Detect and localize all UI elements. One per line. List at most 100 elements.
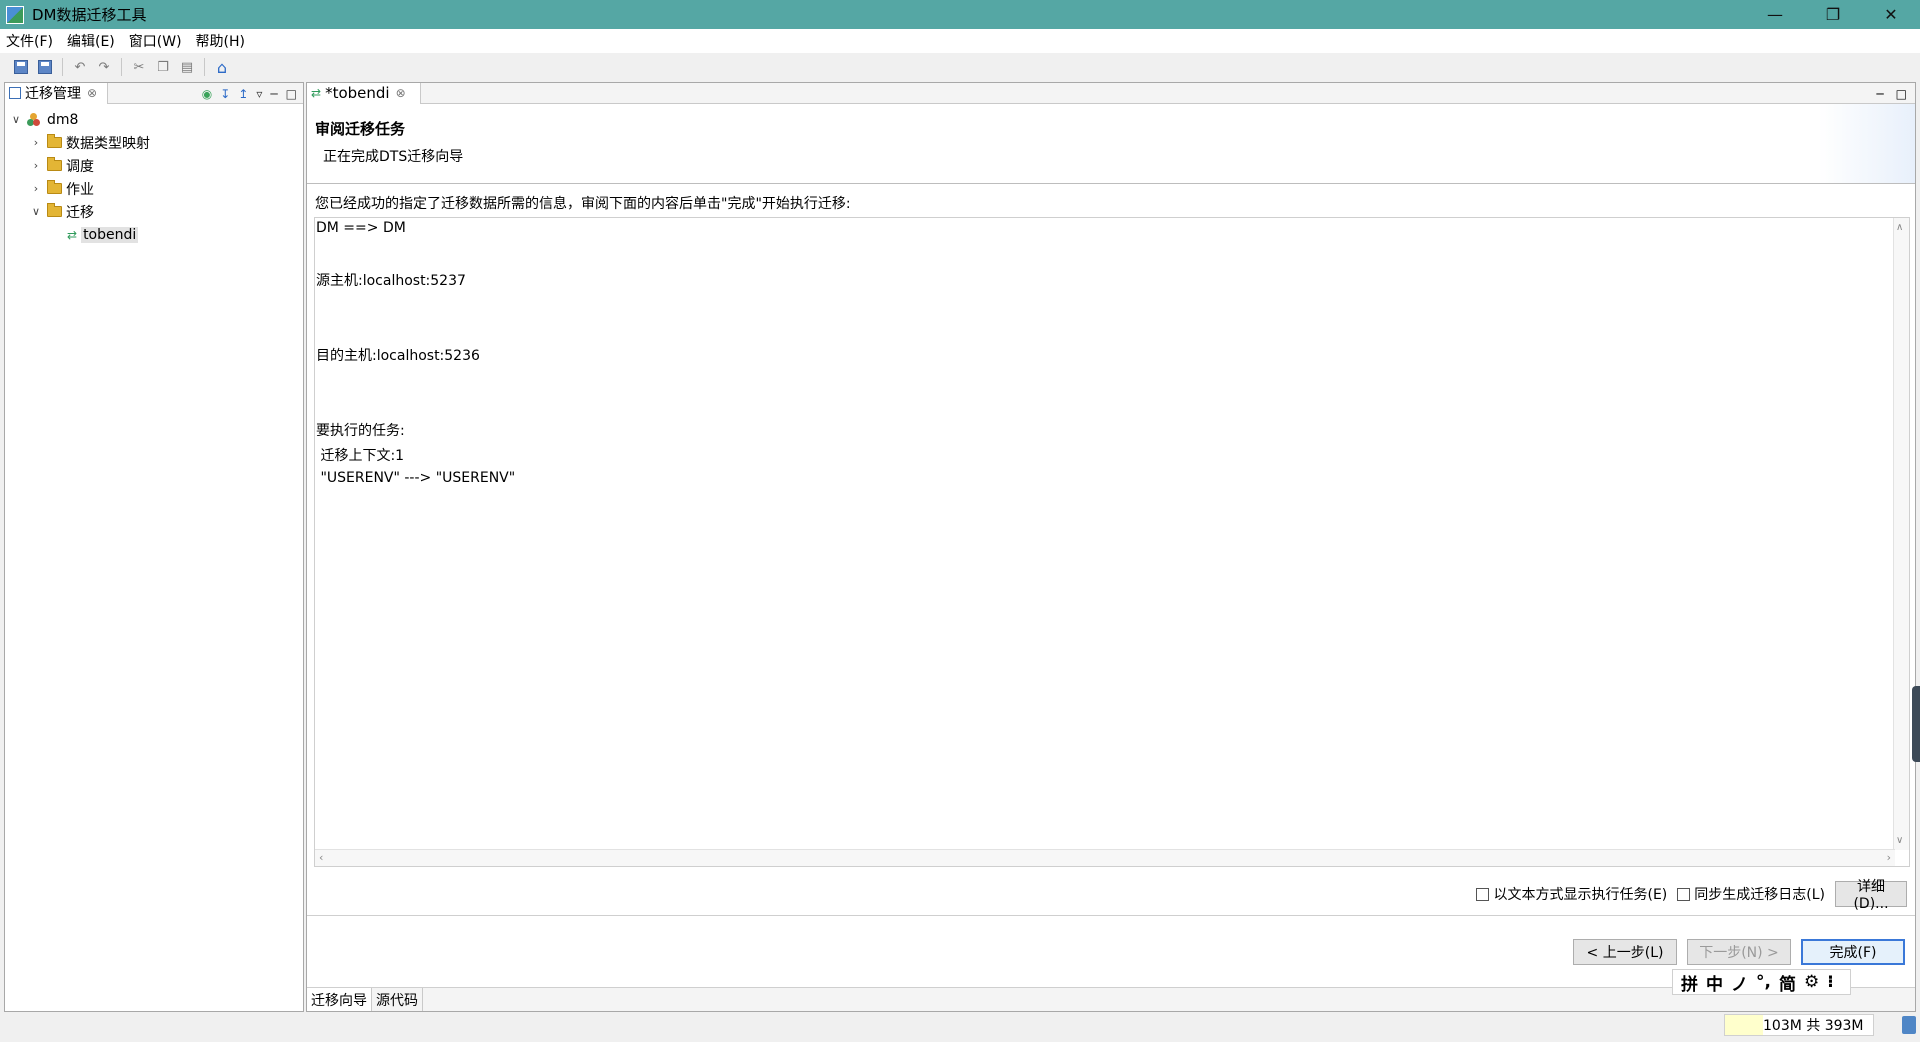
maximize-icon[interactable]: □ xyxy=(286,87,297,101)
details-button[interactable]: 详细(D)... xyxy=(1835,879,1907,912)
tree-node-tobendi[interactable]: ⇄ tobendi xyxy=(5,223,303,246)
migration-icon: ⇄ xyxy=(67,227,78,242)
summary-line: 目的主机:localhost:5236 xyxy=(316,348,480,364)
chevron-down-icon[interactable]: ∨ xyxy=(29,205,43,218)
ime-halfwidth-icon[interactable]: ノ xyxy=(1731,970,1748,995)
text-mode-checkbox[interactable]: 以文本方式显示执行任务(E) xyxy=(1476,884,1667,904)
scroll-left-icon[interactable]: ‹ xyxy=(319,851,323,864)
copy-icon[interactable]: ❐ xyxy=(154,58,172,76)
connect-icon[interactable]: ◉ xyxy=(202,87,212,101)
menu-window[interactable]: 窗口(W) xyxy=(129,31,182,51)
sync-log-checkbox[interactable]: 同步生成迁移日志(L) xyxy=(1677,884,1825,904)
minimize-icon[interactable]: ─ xyxy=(270,87,277,101)
export-icon[interactable]: ↥ xyxy=(238,87,248,101)
paste-icon[interactable]: ▤ xyxy=(178,58,196,76)
close-button[interactable]: ✕ xyxy=(1862,0,1920,29)
vertical-scrollbar[interactable]: ∧ ∨ xyxy=(1893,218,1909,850)
home-icon[interactable]: ⌂ xyxy=(213,58,231,77)
wizard-intro: 您已经成功的指定了迁移数据所需的信息，审阅下面的内容后单击"完成"开始执行迁移: xyxy=(315,196,851,212)
checkbox-label: 同步生成迁移日志(L) xyxy=(1694,887,1825,903)
ime-more-icon[interactable]: ⁝ xyxy=(1827,972,1833,992)
chevron-down-icon[interactable]: ∨ xyxy=(9,113,23,126)
tab-migration-manager[interactable]: 迁移管理 ⊗ xyxy=(5,82,109,104)
ime-chinese-icon[interactable]: 中 xyxy=(1706,970,1723,995)
ime-punctuation-icon[interactable]: °, xyxy=(1756,972,1771,992)
tree-label: 调度 xyxy=(66,158,94,175)
minimize-icon[interactable]: ─ xyxy=(1876,87,1883,101)
scroll-down-icon[interactable]: ∨ xyxy=(1896,835,1903,846)
divider xyxy=(307,915,1915,916)
horizontal-scrollbar[interactable]: ‹ › xyxy=(315,849,1895,866)
memory-indicator: 103M 共 393M xyxy=(1724,1014,1874,1036)
ime-settings-icon[interactable]: ⚙ xyxy=(1804,972,1819,992)
migration-icon: ⇄ xyxy=(311,86,322,100)
folder-icon xyxy=(47,180,62,194)
wizard-nav: < 上一步(L) 下一步(N) > 完成(F) xyxy=(1563,939,1905,965)
checkbox-box[interactable] xyxy=(1677,887,1691,901)
toolbar-separator xyxy=(121,58,122,76)
database-icon xyxy=(27,112,41,127)
chevron-right-icon[interactable]: › xyxy=(29,159,43,172)
migration-manager-panel: 迁移管理 ⊗ ◉ ↧ ↥ ▿ ─ □ ∨ dm8 › 数据类型映射 › 调度 ›… xyxy=(4,82,304,1012)
summary-line: DM ==> DM xyxy=(316,220,406,236)
tree-label-dm8: dm8 xyxy=(47,111,79,128)
save-icon[interactable] xyxy=(12,58,30,76)
tree-label: 数据类型映射 xyxy=(66,135,150,152)
chevron-right-icon[interactable]: › xyxy=(29,136,43,149)
tree-node-schedule[interactable]: › 调度 xyxy=(5,154,303,177)
restore-button[interactable]: ❐ xyxy=(1804,0,1862,29)
redo-icon[interactable]: ↷ xyxy=(95,58,113,76)
tab-label: *tobendi xyxy=(325,84,390,102)
ime-simplified-icon[interactable]: 简 xyxy=(1779,970,1796,995)
checkbox-label: 以文本方式显示执行任务(E) xyxy=(1493,887,1668,903)
panel-tools: ◉ ↧ ↥ ▿ ─ □ xyxy=(194,83,297,104)
tree-label: 迁移 xyxy=(66,204,94,221)
maximize-icon[interactable]: □ xyxy=(1896,87,1907,101)
tab-source-code[interactable]: 源代码 xyxy=(372,988,423,1011)
chevron-right-icon[interactable]: › xyxy=(29,182,43,195)
title-bar: DM数据迁移工具 — ❐ ✕ xyxy=(0,0,1920,29)
close-icon[interactable]: ⊗ xyxy=(87,86,97,100)
window-controls: — ❐ ✕ xyxy=(1746,0,1920,29)
editor-tools: ─ □ xyxy=(1864,83,1907,104)
garbage-collect-icon[interactable] xyxy=(1902,1016,1916,1034)
menu-file[interactable]: 文件(F) xyxy=(6,31,53,51)
scroll-up-icon[interactable]: ∧ xyxy=(1896,222,1903,233)
tab-label: 迁移管理 xyxy=(25,86,81,102)
import-icon[interactable]: ↧ xyxy=(220,87,230,101)
summary-line: 迁移上下文:1 xyxy=(316,448,405,464)
finish-button[interactable]: 完成(F) xyxy=(1801,939,1905,965)
view-menu-icon[interactable]: ▿ xyxy=(256,87,262,101)
window-title: DM数据迁移工具 xyxy=(32,6,147,24)
cut-icon[interactable]: ✂ xyxy=(130,58,148,76)
close-icon[interactable]: ⊗ xyxy=(396,86,406,100)
toolbar: ↶ ↷ ✂ ❐ ▤ ⌂ xyxy=(0,53,1920,81)
ime-pinyin-icon[interactable]: 拼 xyxy=(1681,970,1698,995)
options-row: 以文本方式显示执行任务(E) 同步生成迁移日志(L) 详细(D)... xyxy=(1476,879,1907,912)
folder-open-icon xyxy=(47,203,62,217)
wizard-title: 审阅迁移任务 xyxy=(315,120,406,138)
minimize-button[interactable]: — xyxy=(1746,0,1804,29)
summary-text-area[interactable]: DM ==> DM 源主机:localhost:5237 目的主机:localh… xyxy=(314,217,1910,867)
wizard-header: 审阅迁移任务 正在完成DTS迁移向导 xyxy=(307,104,1915,184)
tree-node-jobs[interactable]: › 作业 xyxy=(5,177,303,200)
next-button[interactable]: 下一步(N) > xyxy=(1687,939,1791,965)
summary-line: "USERENV" ---> "USERENV" xyxy=(316,470,516,486)
tree-node-dm8[interactable]: ∨ dm8 xyxy=(5,108,303,131)
save-all-icon[interactable] xyxy=(36,58,54,76)
tree-node-migrations[interactable]: ∨ 迁移 xyxy=(5,200,303,223)
menu-help[interactable]: 帮助(H) xyxy=(196,31,245,51)
tree-node-type-mapping[interactable]: › 数据类型映射 xyxy=(5,131,303,154)
checkbox-box[interactable] xyxy=(1476,887,1490,901)
tab-migration-wizard[interactable]: 迁移向导 xyxy=(307,988,372,1011)
scroll-right-icon[interactable]: › xyxy=(1887,851,1891,864)
tree-view-icon xyxy=(9,87,21,99)
menu-edit[interactable]: 编辑(E) xyxy=(67,31,115,51)
tree-label-tobendi: tobendi xyxy=(81,226,139,243)
folder-icon xyxy=(47,157,62,171)
undo-icon[interactable]: ↶ xyxy=(71,58,89,76)
tab-tobendi[interactable]: ⇄ *tobendi ⊗ xyxy=(307,82,421,104)
menu-bar: 文件(F) 编辑(E) 窗口(W) 帮助(H) xyxy=(0,29,1920,53)
toolbar-separator xyxy=(62,58,63,76)
prev-button[interactable]: < 上一步(L) xyxy=(1573,939,1677,965)
